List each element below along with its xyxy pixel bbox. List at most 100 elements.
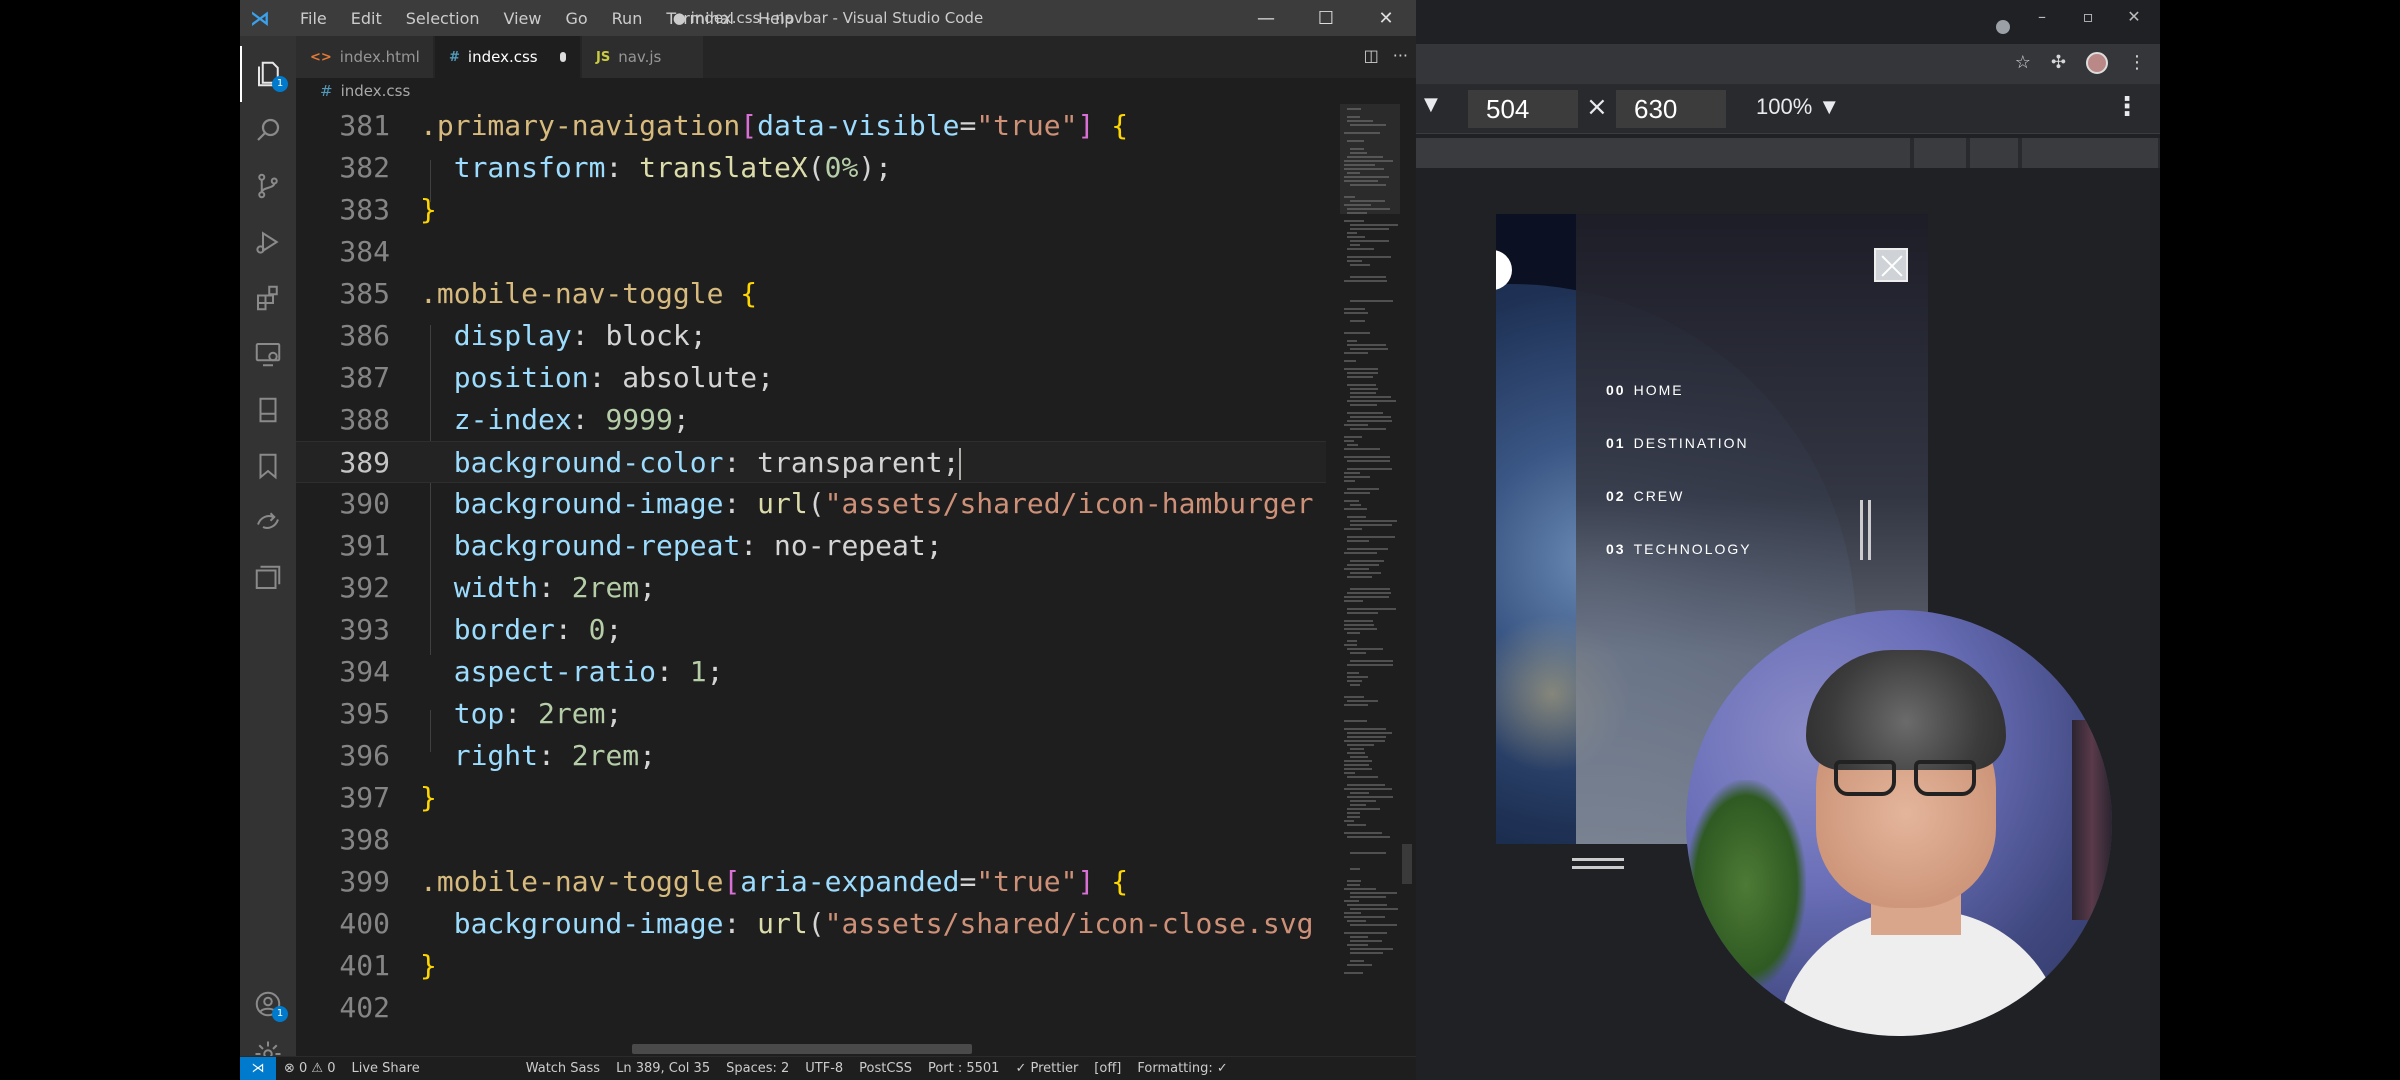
live-server-port[interactable]: Port : 5501 xyxy=(920,1061,1008,1076)
accounts-icon[interactable]: 1 xyxy=(240,976,296,1032)
minimize-button[interactable]: — xyxy=(1236,0,1296,36)
code-line[interactable]: 401} xyxy=(296,945,1326,987)
tab-index-html[interactable]: <> index.html xyxy=(296,36,434,78)
code-line[interactable]: 388 z-index: 9999; xyxy=(296,399,1326,441)
menu-file[interactable]: File xyxy=(288,9,339,28)
code-line[interactable]: 382 transform: translateX(0%); xyxy=(296,147,1326,189)
minimap-line xyxy=(1347,344,1386,346)
nav-link-technology[interactable]: 03 TECHNOLOGY xyxy=(1606,541,1752,557)
menu-view[interactable]: View xyxy=(492,9,554,28)
indent-spaces[interactable]: Spaces: 2 xyxy=(718,1061,797,1076)
code-line[interactable]: 395 top: 2rem; xyxy=(296,693,1326,735)
breadcrumb[interactable]: # index.css xyxy=(296,78,1416,104)
browser-close-button[interactable]: ✕ xyxy=(2110,4,2158,30)
code-line[interactable]: 387 position: absolute; xyxy=(296,357,1326,399)
extensions-icon[interactable] xyxy=(240,270,296,326)
off-status[interactable]: [off] xyxy=(1086,1061,1129,1076)
minimap-line xyxy=(1347,564,1379,566)
remote-explorer-icon[interactable] xyxy=(240,326,296,382)
minimap-line xyxy=(1347,412,1383,414)
menu-selection[interactable]: Selection xyxy=(394,9,492,28)
code-line[interactable]: 385 .mobile-nav-toggle { xyxy=(296,273,1326,315)
horizontal-scrollbar[interactable] xyxy=(632,1044,972,1054)
nav-link-destination[interactable]: 01 DESTINATION xyxy=(1606,435,1749,451)
tab-index-css[interactable]: # index.css xyxy=(435,36,581,78)
formatting-status[interactable]: Formatting: ✓ xyxy=(1129,1061,1235,1076)
code-line[interactable]: 386 display: block; xyxy=(296,315,1326,357)
bookmark-star-icon[interactable]: ☆ xyxy=(2015,52,2031,74)
problems-count[interactable]: ⊗ 0 ⚠ 0 xyxy=(276,1061,344,1076)
code-line[interactable]: 394 aspect-ratio: 1; xyxy=(296,651,1326,693)
zoom-select[interactable]: 100% ▼ xyxy=(1756,94,1840,120)
code-line[interactable]: 400 background-image: url("assets/shared… xyxy=(296,903,1326,945)
code-line[interactable]: 381 .primary-navigation[data-visible="tru… xyxy=(296,105,1326,147)
close-button[interactable]: ✕ xyxy=(1356,0,1416,36)
code-line[interactable]: 392 width: 2rem; xyxy=(296,567,1326,609)
menu-run[interactable]: Run xyxy=(600,9,655,28)
viewport-width-input[interactable]: 504 xyxy=(1468,90,1578,128)
code-line[interactable]: 398 xyxy=(296,819,1326,861)
nav-link-crew[interactable]: 02 CREW xyxy=(1606,488,1684,504)
run-debug-icon[interactable] xyxy=(240,214,296,270)
code-line[interactable]: 383} xyxy=(296,189,1326,231)
encoding[interactable]: UTF-8 xyxy=(797,1061,851,1076)
record-icon[interactable] xyxy=(1996,20,2010,34)
nav-link-home[interactable]: 00 HOME xyxy=(1606,382,1684,398)
media-query-segment[interactable] xyxy=(1416,138,1912,168)
code-line[interactable]: 389 background-color: transparent; xyxy=(296,441,1326,483)
viewport-resize-handle-bottom[interactable] xyxy=(1572,858,1624,872)
browser-maximize-button[interactable]: ▫ xyxy=(2064,4,2112,30)
language-mode[interactable]: PostCSS xyxy=(851,1061,920,1076)
nav-close-icon[interactable] xyxy=(1874,248,1908,282)
source-control-icon[interactable] xyxy=(240,158,296,214)
more-actions-icon[interactable]: ··· xyxy=(1393,46,1408,65)
panels-icon[interactable] xyxy=(240,550,296,606)
cursor-position[interactable]: Ln 389, Col 35 xyxy=(608,1061,718,1076)
code-line[interactable]: 402 xyxy=(296,987,1326,1029)
prettier-status[interactable]: ✓ Prettier xyxy=(1007,1061,1086,1076)
profile-avatar[interactable] xyxy=(2086,52,2108,74)
remote-indicator-icon[interactable]: ⋊ xyxy=(240,1056,276,1080)
media-query-segment[interactable] xyxy=(1914,138,1968,168)
unsaved-dot-icon[interactable] xyxy=(559,52,566,62)
code-line[interactable]: 384 xyxy=(296,231,1326,273)
vertical-scrollbar[interactable] xyxy=(1400,104,1414,1052)
browser-menu-icon[interactable]: ⋮ xyxy=(2128,52,2146,74)
code-line[interactable]: 390 background-image: url("assets/shared… xyxy=(296,483,1326,525)
minimap-line xyxy=(1350,588,1390,590)
code-line[interactable]: 396 right: 2rem; xyxy=(296,735,1326,777)
code-editor[interactable]: 381 .primary-navigation[data-visible="tru… xyxy=(296,104,1326,1052)
code-line[interactable]: 399 .mobile-nav-toggle[aria-expanded="tru… xyxy=(296,861,1326,903)
split-editor-icon[interactable]: ◫ xyxy=(1364,46,1379,65)
live-share-icon[interactable] xyxy=(240,494,296,550)
code-line[interactable]: 397} xyxy=(296,777,1326,819)
menu-help[interactable]: Help xyxy=(746,9,806,28)
media-query-segment[interactable] xyxy=(2022,138,2160,168)
extensions-puzzle-icon[interactable]: ✣ xyxy=(2051,52,2066,74)
watch-sass-status[interactable]: Watch Sass xyxy=(518,1061,608,1076)
code-line[interactable]: 391 background-repeat: no-repeat; xyxy=(296,525,1326,567)
browser-minimize-button[interactable]: – xyxy=(2018,4,2066,30)
notebook-icon[interactable] xyxy=(240,382,296,438)
media-query-segment[interactable] xyxy=(1970,138,2020,168)
search-icon[interactable] xyxy=(240,102,296,158)
live-share-status[interactable]: Live Share xyxy=(344,1061,428,1076)
line-number: 402 xyxy=(339,991,390,1024)
viewport-height-input[interactable]: 630 xyxy=(1616,90,1726,128)
explorer-icon[interactable]: 1 xyxy=(240,46,296,102)
minimap-line xyxy=(1347,672,1359,674)
tab-nav-js[interactable]: JS nav.js xyxy=(582,36,704,78)
bookmark-icon[interactable] xyxy=(240,438,296,494)
device-toolbar-menu-icon[interactable]: ⋮ xyxy=(2114,92,2140,122)
code-line[interactable]: 393 border: 0; xyxy=(296,609,1326,651)
menu-terminal[interactable]: Terminal xyxy=(654,9,746,28)
minimap-line xyxy=(1347,108,1361,110)
menu-edit[interactable]: Edit xyxy=(339,9,394,28)
scrollbar-thumb[interactable] xyxy=(1402,844,1412,884)
maximize-button[interactable]: ☐ xyxy=(1296,0,1356,36)
menu-go[interactable]: Go xyxy=(553,9,599,28)
minimap[interactable] xyxy=(1340,104,1400,1052)
viewport-resize-handle-right[interactable] xyxy=(1860,500,1874,560)
device-dropdown-icon[interactable]: ▼ xyxy=(1424,94,1438,115)
